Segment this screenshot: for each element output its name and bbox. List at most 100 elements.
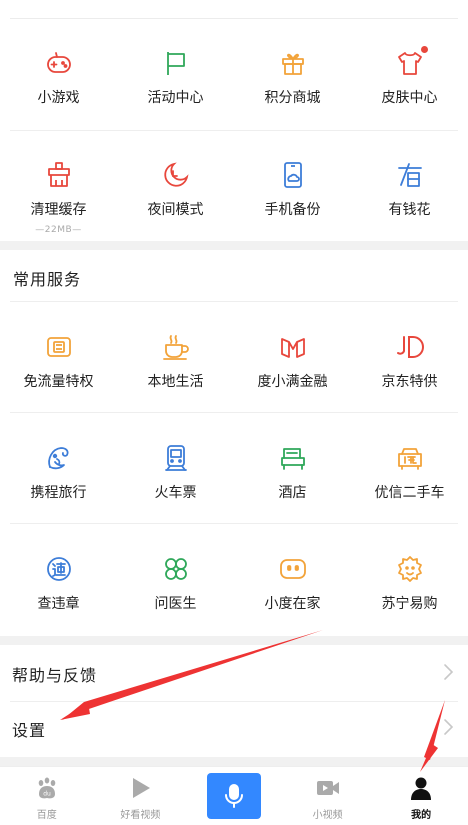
grid-item-label: 本地生活 [147, 374, 204, 390]
grid-item-uxin-used-car[interactable]: 优信二手车 [351, 443, 468, 502]
grid-item-mini-games[interactable]: 小游戏 [0, 48, 117, 107]
traffic-violation-icon [44, 554, 74, 584]
tab-baidu[interactable]: du 百度 [0, 767, 94, 825]
sim-card-icon [44, 332, 74, 362]
gamepad-icon [44, 48, 74, 78]
tab-mine[interactable]: 我的 [374, 767, 468, 825]
grid-item-xiaodu-home[interactable]: 小度在家 [234, 554, 351, 613]
broom-icon [44, 160, 74, 190]
youqianhua-icon [395, 160, 425, 190]
settings-row[interactable]: 设置 [0, 703, 468, 755]
grid-item-phone-backup[interactable]: 手机备份 [234, 160, 351, 235]
grid-item-points-mall[interactable]: 积分商城 [234, 48, 351, 107]
grid-item-label: 苏宁易购 [381, 596, 438, 612]
row-divider [10, 130, 458, 131]
section-gap [0, 241, 468, 250]
tab-haokan-video[interactable]: 好看视频 [94, 767, 188, 825]
train-icon [161, 443, 191, 473]
section-title-common-services: 常用服务 [13, 270, 82, 289]
smart-display-icon [278, 554, 308, 584]
video-camera-icon [315, 775, 341, 801]
grid-item-activity-center[interactable]: 活动中心 [117, 48, 234, 107]
tab-label: 好看视频 [120, 810, 161, 821]
moon-clock-icon [161, 160, 191, 190]
row-divider [10, 412, 458, 413]
section-gap [0, 636, 468, 645]
grid-item-label: 问医生 [154, 596, 197, 612]
chevron-right-icon [442, 718, 454, 740]
tools-row-2: 清理缓存 —22MB— 夜间模式 手机备份 有钱花 [0, 160, 468, 235]
grid-item-label: 有钱花 [388, 202, 431, 218]
bed-icon [278, 443, 308, 473]
grid-item-label: 携程旅行 [30, 485, 87, 501]
grid-item-duxiaoman-finance[interactable]: 度小满金融 [234, 332, 351, 391]
mic-button-bg [206, 773, 261, 819]
bottom-tab-bar: du 百度 好看视频 小视频 我的 [0, 766, 468, 825]
clover-icon [161, 554, 191, 584]
phone-cloud-icon [278, 160, 308, 190]
tab-label: 我的 [411, 810, 432, 821]
grid-item-free-data[interactable]: 免流量特权 [0, 332, 117, 391]
tab-label: 小视频 [312, 810, 343, 821]
grid-item-train-tickets[interactable]: 火车票 [117, 443, 234, 502]
help-feedback-row[interactable]: 帮助与反馈 [0, 648, 468, 700]
coffee-cup-icon [161, 332, 191, 362]
section-title-divider [10, 301, 458, 302]
grid-item-hotel[interactable]: 酒店 [234, 443, 351, 502]
tab-short-video[interactable]: 小视频 [281, 767, 375, 825]
services-row-1: 免流量特权 本地生活 度小满金融 京东特供 [0, 332, 468, 391]
svg-text:du: du [43, 791, 51, 798]
person-icon [408, 775, 434, 801]
grid-item-label: 积分商城 [264, 90, 321, 106]
used-car-icon [395, 443, 425, 473]
grid-item-label: 手机备份 [264, 202, 321, 218]
grid-item-ctrip-travel[interactable]: 携程旅行 [0, 443, 117, 502]
grid-item-ask-doctor[interactable]: 问医生 [117, 554, 234, 613]
cache-size-label: —22MB— [35, 225, 82, 235]
grid-item-traffic-violation[interactable]: 查违章 [0, 554, 117, 613]
top-divider [10, 18, 458, 19]
grid-item-label: 查违章 [37, 596, 80, 612]
jd-icon [395, 332, 425, 362]
grid-item-suning[interactable]: 苏宁易购 [351, 554, 468, 613]
grid-item-label: 度小满金融 [257, 374, 328, 390]
list-divider [10, 701, 458, 702]
microphone-icon [221, 783, 247, 809]
chevron-right-icon [442, 663, 454, 685]
tshirt-icon [395, 48, 425, 78]
grid-item-label: 火车票 [154, 485, 197, 501]
tab-label: 百度 [36, 810, 57, 821]
grid-item-local-life[interactable]: 本地生活 [117, 332, 234, 391]
grid-item-label: 清理缓存 [30, 202, 87, 218]
tabbar-gap [0, 757, 468, 766]
suning-lion-icon [395, 554, 425, 584]
row-divider [10, 523, 458, 524]
gift-icon [278, 48, 308, 78]
grid-item-youqianhua[interactable]: 有钱花 [351, 160, 468, 235]
grid-item-label: 京东特供 [381, 374, 438, 390]
help-feedback-label: 帮助与反馈 [12, 666, 98, 685]
baidu-paw-icon: du [34, 775, 60, 801]
grid-item-label: 小度在家 [264, 596, 321, 612]
grid-item-label: 免流量特权 [23, 374, 94, 390]
play-icon [127, 775, 153, 801]
grid-item-skin-center[interactable]: 皮肤中心 [351, 46, 468, 107]
grid-item-label: 皮肤中心 [381, 90, 438, 106]
flag-icon [161, 48, 191, 78]
grid-item-label: 小游戏 [37, 90, 80, 106]
dolphin-icon [44, 443, 74, 473]
grid-item-night-mode[interactable]: 夜间模式 [117, 160, 234, 235]
grid-item-label: 夜间模式 [147, 202, 204, 218]
voice-search-button[interactable] [187, 767, 281, 825]
services-row-3: 查违章 问医生 小度在家 苏宁易购 [0, 554, 468, 613]
settings-label: 设置 [12, 721, 47, 740]
grid-item-label: 优信二手车 [374, 485, 445, 501]
grid-item-label: 活动中心 [147, 90, 204, 106]
duxiaoman-icon [278, 332, 308, 362]
services-row-2: 携程旅行 火车票 酒店 优信二手车 [0, 443, 468, 502]
grid-item-clear-cache[interactable]: 清理缓存 —22MB— [0, 160, 117, 235]
grid-item-label: 酒店 [278, 485, 307, 501]
grid-item-jd-special[interactable]: 京东特供 [351, 332, 468, 391]
tools-row-1: 小游戏 活动中心 积分商城 皮肤中心 [0, 46, 468, 107]
new-badge-dot [421, 46, 428, 53]
